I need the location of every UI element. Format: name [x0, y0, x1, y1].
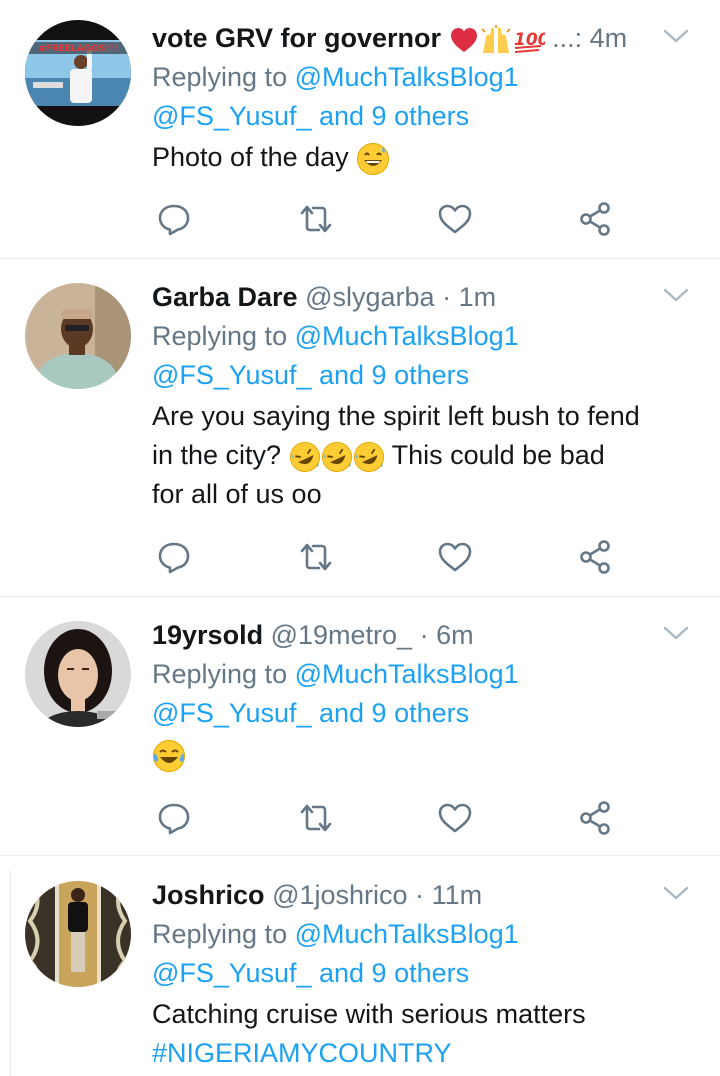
reply-others-link[interactable]: @FS_Yusuf_ and 9 others: [152, 958, 469, 988]
red-heart-icon: [450, 27, 477, 52]
tweet-2[interactable]: Garba Dare @slygarba · 1m Replying to @M…: [0, 259, 720, 597]
tweet-header: Joshrico @1joshrico · 11m: [152, 875, 700, 915]
rolling-laughing-icon: [353, 441, 385, 473]
like-icon[interactable]: [435, 199, 475, 239]
tweet-text-line: Are you saying the spirit left bush to f…: [152, 401, 640, 431]
separator-dot: ·: [442, 282, 452, 312]
rolling-laughing-icon: [321, 441, 353, 473]
reply-feed: #FREELAGOS!!! vote GRV for governor 100 …: [0, 0, 720, 1076]
tweet-actions: [152, 537, 632, 577]
like-icon[interactable]: [435, 798, 475, 838]
chevron-down-icon[interactable]: [662, 26, 690, 46]
avatar[interactable]: #FREELAGOS!!!: [25, 20, 131, 126]
display-name[interactable]: Joshrico: [152, 880, 265, 910]
tweet-text: Are you saying the spirit left bush to f…: [152, 397, 700, 514]
display-name[interactable]: 19yrsold: [152, 620, 263, 650]
replying-to-others: @FS_Yusuf_ and 9 others: [152, 954, 700, 993]
replying-to: Replying to @MuchTalksBlog1: [152, 655, 700, 694]
handle[interactable]: @1joshrico: [272, 880, 407, 910]
timestamp[interactable]: 1m: [459, 282, 497, 312]
share-icon[interactable]: [576, 199, 616, 239]
share-icon[interactable]: [576, 537, 616, 577]
reply-to-link[interactable]: @MuchTalksBlog1: [295, 919, 519, 949]
replying-to: Replying to @MuchTalksBlog1: [152, 317, 700, 356]
replying-to-others: @FS_Yusuf_ and 9 others: [152, 356, 700, 395]
share-icon[interactable]: [576, 798, 616, 838]
tweet-text: [152, 735, 700, 774]
display-name[interactable]: Garba Dare: [152, 282, 298, 312]
tweet-text-line: for all of us oo: [152, 479, 322, 509]
replying-to: Replying to @MuchTalksBlog1: [152, 915, 700, 954]
rolling-laughing-icon: [289, 441, 321, 473]
tweet-text: Catching cruise with serious matters #NI…: [152, 995, 700, 1073]
tweet-actions: [152, 199, 632, 239]
svg-text:#FREELAGOS!!!: #FREELAGOS!!!: [38, 44, 117, 54]
reply-icon[interactable]: [154, 537, 194, 577]
tweet-text: Photo of the day: [152, 138, 700, 177]
thread-edge-divider: [0, 870, 11, 1076]
reply-icon[interactable]: [154, 199, 194, 239]
tweet-1[interactable]: #FREELAGOS!!! vote GRV for governor 100 …: [0, 0, 720, 259]
replying-to-prefix: Replying to: [152, 659, 288, 689]
chevron-down-icon[interactable]: [662, 883, 690, 903]
replying-to: Replying to @MuchTalksBlog1: [152, 58, 700, 97]
replying-to-prefix: Replying to: [152, 321, 288, 351]
tweet-header: 19yrsold @19metro_ · 6m: [152, 615, 700, 655]
grinning-sweat-icon: [356, 142, 390, 176]
tweet-header: vote GRV for governor 100 ...: 4m: [152, 18, 700, 58]
tweet-header: Garba Dare @slygarba · 1m: [152, 277, 700, 317]
retweet-icon[interactable]: [296, 199, 336, 239]
reply-to-link[interactable]: @MuchTalksBlog1: [295, 321, 519, 351]
retweet-icon[interactable]: [296, 798, 336, 838]
timestamp[interactable]: 4m: [590, 23, 628, 53]
tweet-actions: [152, 798, 632, 838]
hundred-points-icon: 100: [514, 30, 545, 53]
tweet-3[interactable]: 19yrsold @19metro_ · 6m Replying to @Muc…: [0, 597, 720, 856]
reply-others-link[interactable]: @FS_Yusuf_ and 9 others: [152, 101, 469, 131]
handle[interactable]: @slygarba: [305, 282, 434, 312]
timestamp[interactable]: 11m: [432, 880, 483, 910]
display-name[interactable]: vote GRV for governor: [152, 23, 441, 53]
tears-of-joy-icon: [152, 739, 186, 773]
tweet-4[interactable]: Joshrico @1joshrico · 11m Replying to @M…: [0, 857, 720, 1076]
chevron-down-icon[interactable]: [662, 285, 690, 305]
replying-to-prefix: Replying to: [152, 62, 288, 92]
chevron-down-icon[interactable]: [662, 623, 690, 643]
retweet-icon[interactable]: [296, 537, 336, 577]
replying-to-others: @FS_Yusuf_ and 9 others: [152, 694, 700, 733]
tweet-text-line: Photo of the day: [152, 142, 349, 172]
handle[interactable]: ...:: [552, 23, 582, 53]
separator-dot: ·: [419, 620, 429, 650]
replying-to-others: @FS_Yusuf_ and 9 others: [152, 97, 700, 136]
reply-others-link[interactable]: @FS_Yusuf_ and 9 others: [152, 698, 469, 728]
raising-hands-icon: [481, 24, 511, 53]
handle[interactable]: @19metro_: [271, 620, 412, 650]
hashtag-link[interactable]: #NIGERIAMYCOUNTRY: [152, 1034, 700, 1073]
avatar[interactable]: [25, 881, 131, 987]
reply-others-link[interactable]: @FS_Yusuf_ and 9 others: [152, 360, 469, 390]
tweet-text-segment: in the city?: [152, 440, 282, 470]
reply-to-link[interactable]: @MuchTalksBlog1: [295, 62, 519, 92]
tweet-text-segment: This could be bad: [391, 440, 605, 470]
tweet-text-line: in the city? This could be bad: [152, 436, 700, 475]
avatar[interactable]: [25, 283, 131, 389]
avatar[interactable]: [25, 621, 131, 727]
replying-to-prefix: Replying to: [152, 919, 288, 949]
tweet-text-line: Catching cruise with serious matters: [152, 999, 586, 1029]
reply-to-link[interactable]: @MuchTalksBlog1: [295, 659, 519, 689]
reply-icon[interactable]: [154, 798, 194, 838]
timestamp[interactable]: 6m: [436, 620, 474, 650]
like-icon[interactable]: [435, 537, 475, 577]
separator-dot: ·: [415, 880, 425, 910]
